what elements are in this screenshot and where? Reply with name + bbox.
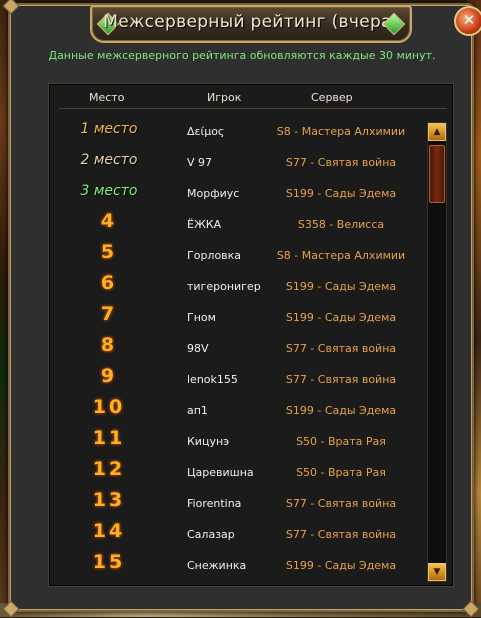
player-name: Царевишна: [187, 466, 254, 479]
ranking-row: 10 ап1 S199 - Сады Эдема: [49, 396, 419, 427]
ranking-row: 6 тигеронигер S199 - Сады Эдема: [49, 272, 419, 303]
player-name: Fiorentina: [187, 497, 242, 510]
player-name: Снежинка: [187, 559, 247, 572]
ranking-row: 1 место Δείμος S8 - Мастера Алхимии: [49, 117, 419, 148]
window-title: Межсерверный рейтинг (вчера): [103, 12, 399, 32]
player-name: Морфиус: [187, 187, 240, 200]
ranking-row: 13 Fiorentina S77 - Святая война: [49, 489, 419, 520]
rank-place: 9: [100, 365, 118, 387]
server-name: S199 - Сады Эдема: [285, 404, 397, 417]
ranking-row: 8 98V S77 - Святая война: [49, 334, 419, 365]
player-name: lenok155: [187, 373, 238, 386]
scroll-down-button[interactable]: ▼: [428, 563, 446, 581]
scroll-thumb[interactable]: [429, 145, 445, 203]
server-name: S358 - Велисса: [297, 218, 385, 231]
ranking-row: 9 lenok155 S77 - Святая война: [49, 365, 419, 396]
close-button[interactable]: ✕: [454, 6, 481, 36]
header-divider: [59, 108, 447, 109]
ranking-table: Место Игрок Сервер 1 место Δείμος S8 - Мас…: [48, 83, 454, 587]
ranking-window: Межсерверный рейтинг (вчера) Данные межс…: [2, 0, 480, 618]
rank-place: 10: [92, 396, 126, 418]
rank-place: 6: [100, 272, 118, 294]
ranking-row: 3 место Морфиус S199 - Сады Эдема: [49, 179, 419, 210]
column-header-place: Место: [89, 91, 125, 104]
player-name: ап1: [187, 404, 208, 417]
scroll-up-button[interactable]: ▲: [428, 123, 446, 141]
rank-place: 12: [92, 458, 126, 480]
server-name: S77 - Святая война: [285, 497, 397, 510]
column-header-server: Сервер: [311, 91, 353, 104]
player-name: Гном: [187, 311, 216, 324]
rank-place: 3 место: [80, 183, 138, 199]
rank-place: 7: [100, 303, 118, 325]
player-name: тигеронигер: [187, 280, 261, 293]
ranking-row: 4 ЁЖКА S358 - Велисса: [49, 210, 419, 241]
rank-place: 2 место: [80, 152, 138, 168]
player-name: Салазар: [187, 528, 235, 541]
server-name: S8 - Мастера Алхимии: [276, 125, 406, 138]
server-name: S8 - Мастера Алхимии: [276, 249, 406, 262]
server-name: S77 - Святая война: [285, 156, 397, 169]
player-name: V 97: [187, 156, 213, 169]
rank-place: 5: [100, 241, 118, 263]
ranking-row: 14 Салазар S77 - Святая война: [49, 520, 419, 551]
ranking-row: 15 Снежинка S199 - Сады Эдема: [49, 551, 419, 582]
player-name: Горловка: [187, 249, 242, 262]
rank-place: 4: [100, 210, 118, 232]
ranking-row: 11 Кицунэ S50 - Врата Рая: [49, 427, 419, 458]
rank-place: 1 место: [80, 121, 138, 137]
rank-place: 13: [92, 489, 126, 511]
player-name: 98V: [187, 342, 209, 355]
update-notice: Данные межсерверного рейтинга обновляютс…: [48, 49, 436, 62]
server-name: S77 - Святая война: [285, 373, 397, 386]
server-name: S199 - Сады Эдема: [285, 559, 397, 572]
title-bar: Межсерверный рейтинг (вчера): [90, 5, 412, 43]
server-name: S199 - Сады Эдема: [285, 311, 397, 324]
player-name: Кицунэ: [187, 435, 230, 448]
server-name: S199 - Сады Эдема: [285, 187, 397, 200]
player-name: ЁЖКА: [187, 218, 222, 231]
rank-place: 11: [92, 427, 126, 449]
server-name: S50 - Врата Рая: [296, 435, 386, 448]
server-name: S50 - Врата Рая: [296, 466, 386, 479]
ranking-row: 7 Гном S199 - Сады Эдема: [49, 303, 419, 334]
rank-place: 8: [100, 334, 118, 356]
server-name: S77 - Святая война: [285, 342, 397, 355]
scrollbar[interactable]: ▲ ▼: [427, 122, 447, 582]
ranking-row: 5 Горловка S8 - Мастера Алхимии: [49, 241, 419, 272]
server-name: S77 - Святая война: [285, 528, 397, 541]
rank-place: 15: [92, 551, 126, 573]
server-name: S199 - Сады Эдема: [285, 280, 397, 293]
ranking-row: 12 Царевишна S50 - Врата Рая: [49, 458, 419, 489]
column-header-player: Игрок: [207, 91, 242, 104]
rank-place: 14: [92, 520, 126, 542]
player-name: Δείμος: [187, 125, 225, 138]
ranking-row: 2 место V 97 S77 - Святая война: [49, 148, 419, 179]
